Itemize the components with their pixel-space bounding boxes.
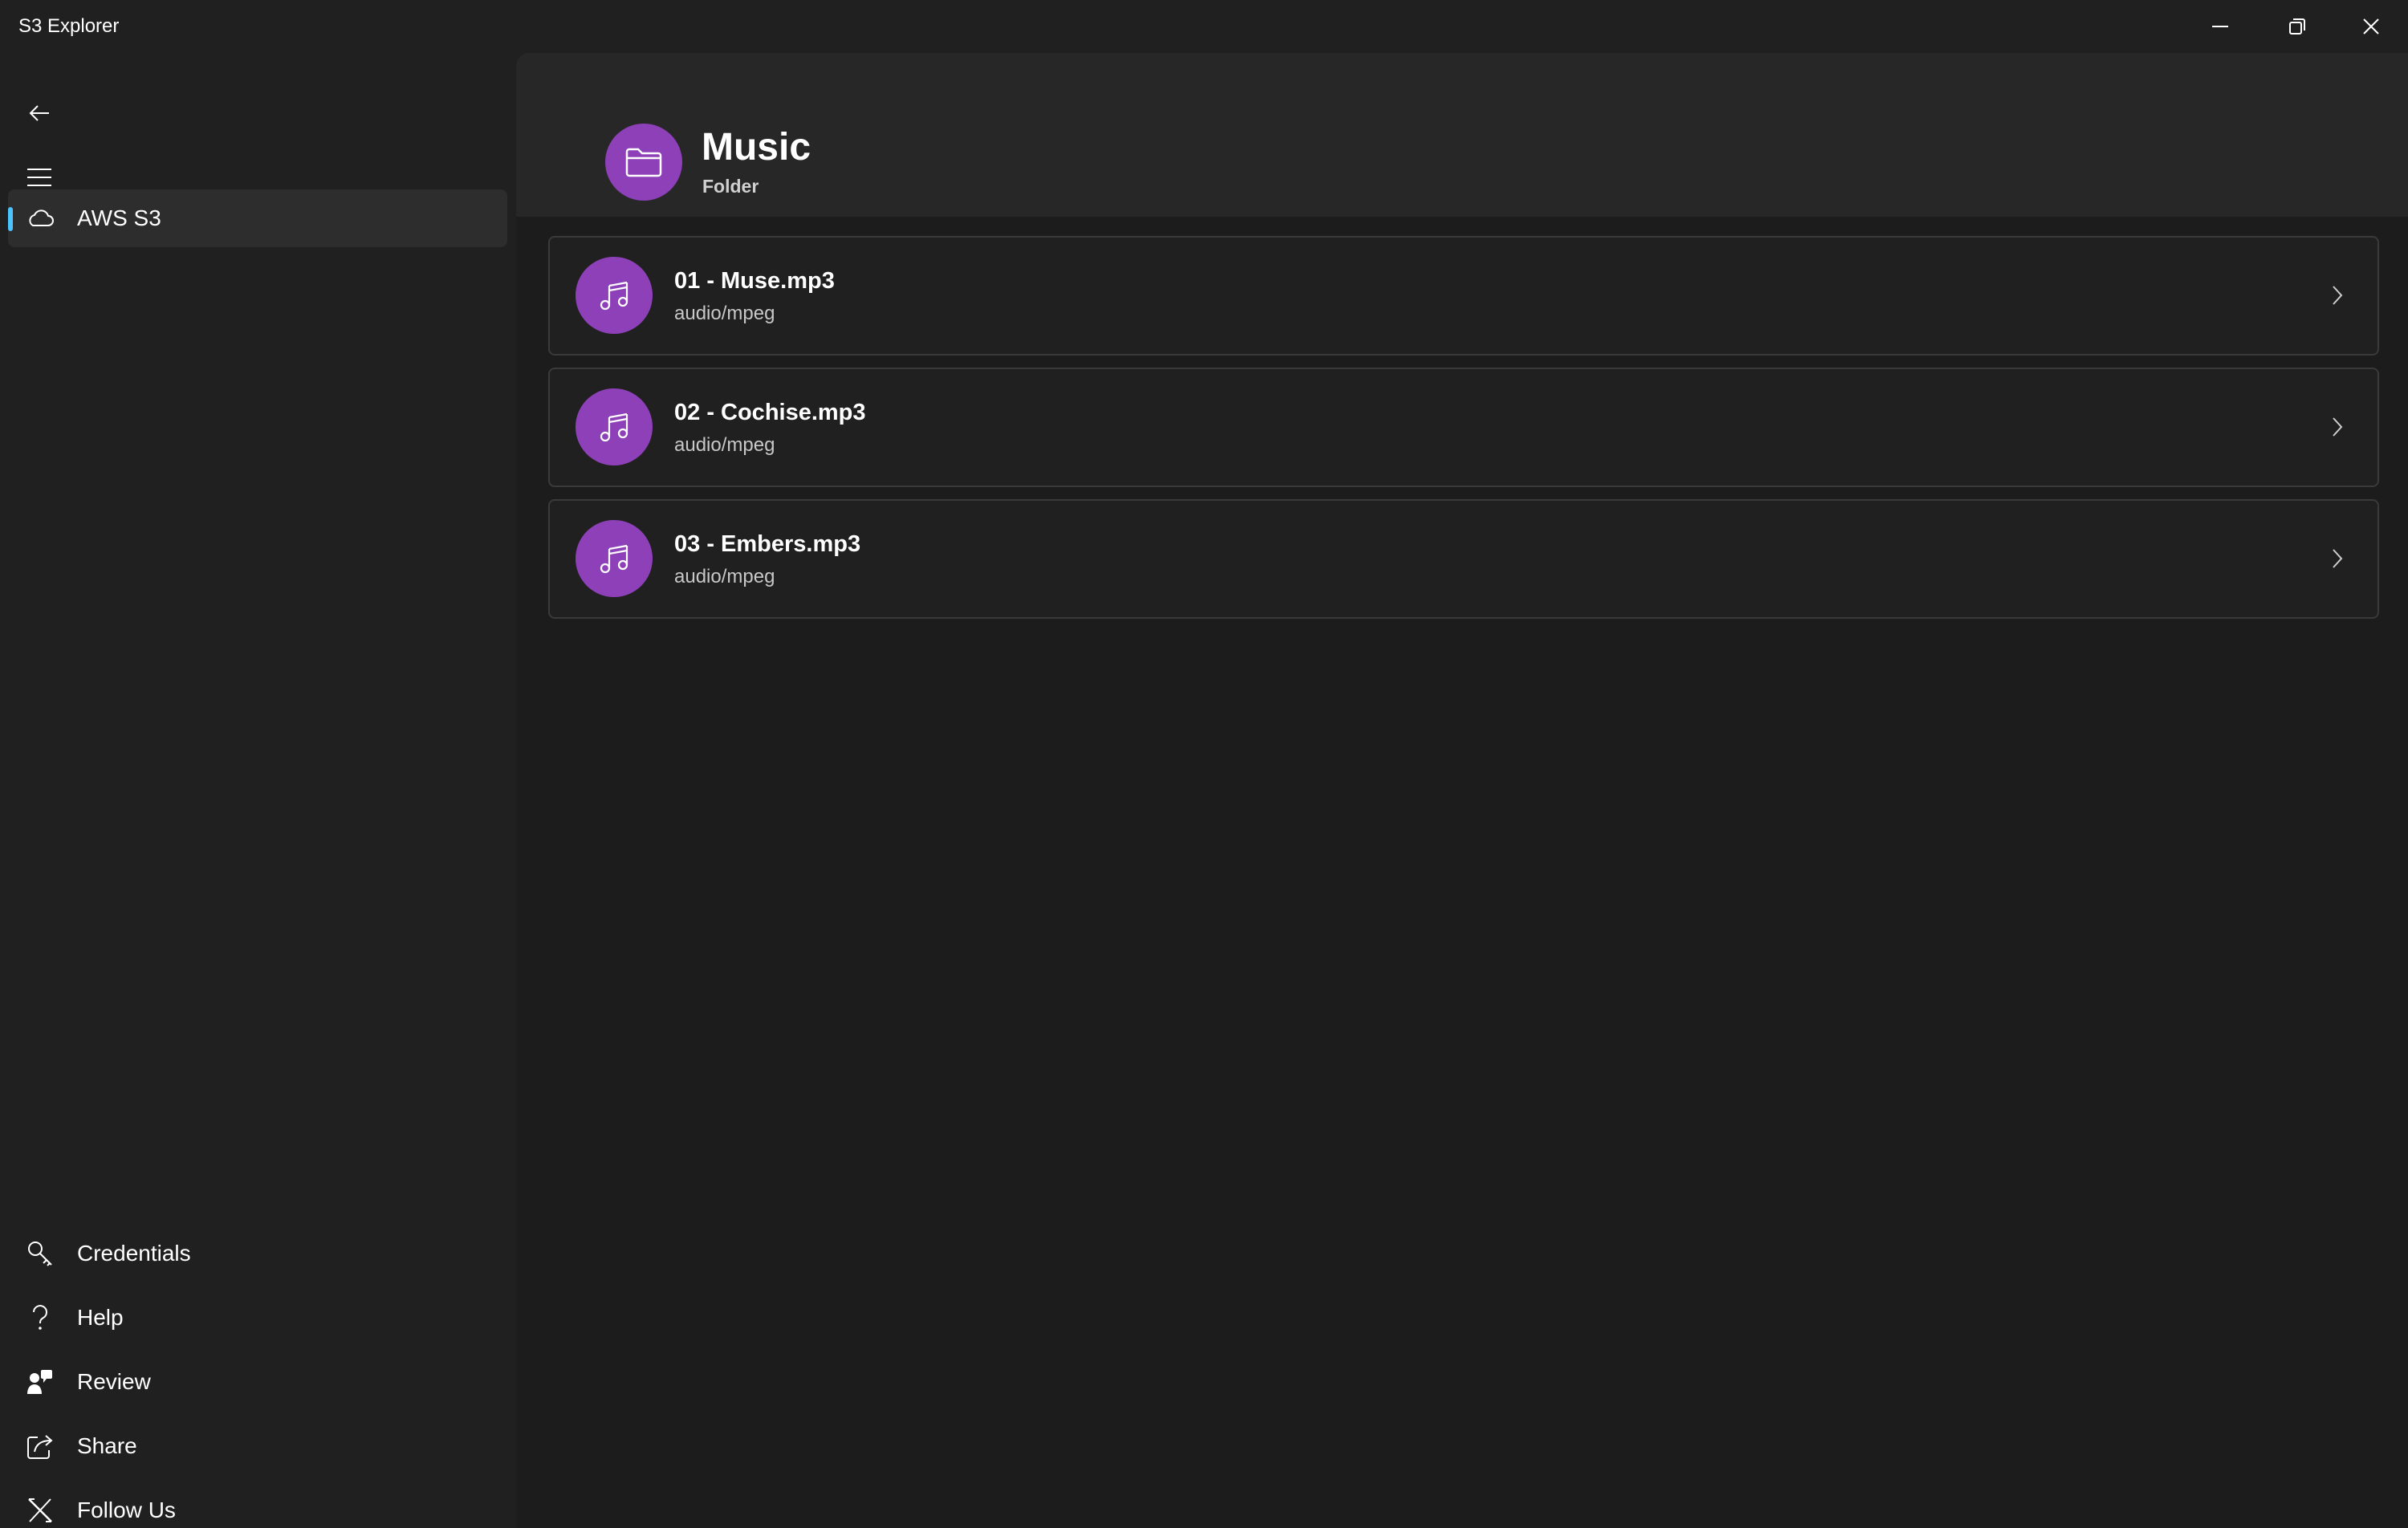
- file-name: 01 - Muse.mp3: [674, 268, 835, 294]
- file-type: audio/mpeg: [674, 434, 775, 456]
- x-logo-icon: [24, 1494, 56, 1526]
- music-note-icon: [576, 388, 653, 465]
- close-button[interactable]: [2334, 0, 2408, 53]
- sidebar-item-label: Share: [77, 1433, 137, 1458]
- sidebar-item-label: Follow Us: [77, 1498, 176, 1522]
- restore-icon: [2289, 18, 2305, 35]
- question-icon: [24, 1302, 56, 1334]
- music-note-icon: [576, 257, 653, 334]
- sidebar-item-share[interactable]: Share: [8, 1417, 507, 1475]
- file-type: audio/mpeg: [674, 566, 775, 587]
- page-title: Music: [702, 126, 811, 169]
- sidebar-item-label: Review: [77, 1369, 151, 1394]
- sidebar-item-label: Credentials: [77, 1241, 191, 1266]
- folder-icon: [605, 124, 682, 201]
- minimize-button[interactable]: [2183, 0, 2257, 53]
- selection-indicator: [8, 207, 13, 231]
- back-button[interactable]: [8, 85, 71, 141]
- sidebar-item-help[interactable]: Help: [8, 1289, 507, 1347]
- sidebar: AWS S3 Credentials Help Review Share Fol…: [0, 53, 516, 1528]
- sidebar-item-label: AWS S3: [77, 205, 161, 230]
- music-note-icon: [576, 520, 653, 597]
- title-bar: S3 Explorer: [0, 0, 2408, 53]
- file-list-item[interactable]: 02 - Cochise.mp3 audio/mpeg: [548, 368, 2379, 487]
- chevron-right-icon: [2321, 543, 2353, 575]
- folder-header: Music Folder: [516, 53, 2408, 217]
- sidebar-item-aws-s3[interactable]: AWS S3: [8, 189, 507, 247]
- main-content: Music Folder 01 - Muse.mp3 audio/mpeg 02…: [516, 53, 2408, 1528]
- file-list-item[interactable]: 03 - Embers.mp3 audio/mpeg: [548, 499, 2379, 619]
- share-icon: [24, 1430, 56, 1462]
- chevron-right-icon: [2321, 279, 2353, 311]
- hamburger-menu-icon: [27, 169, 51, 186]
- back-arrow-icon: [29, 105, 49, 121]
- file-name: 03 - Embers.mp3: [674, 531, 861, 557]
- sidebar-item-follow-us[interactable]: Follow Us: [8, 1481, 507, 1528]
- app-window: S3 Explorer AWS S3 Credentials Help Revi…: [0, 0, 2408, 1528]
- chevron-right-icon: [2321, 411, 2353, 443]
- sidebar-item-label: Help: [77, 1305, 124, 1330]
- file-list-item[interactable]: 01 - Muse.mp3 audio/mpeg: [548, 236, 2379, 356]
- key-icon: [24, 1237, 56, 1270]
- sidebar-item-credentials[interactable]: Credentials: [8, 1225, 507, 1282]
- close-icon: [2363, 18, 2379, 35]
- minimize-icon: [2212, 26, 2228, 27]
- file-type: audio/mpeg: [674, 303, 775, 324]
- sidebar-item-review[interactable]: Review: [8, 1353, 507, 1411]
- restore-button[interactable]: [2260, 0, 2334, 53]
- app-title: S3 Explorer: [18, 15, 120, 37]
- person-feedback-icon: [24, 1366, 56, 1398]
- cloud-icon: [24, 202, 56, 234]
- file-name: 02 - Cochise.mp3: [674, 400, 866, 425]
- page-subtitle: Folder: [702, 176, 759, 197]
